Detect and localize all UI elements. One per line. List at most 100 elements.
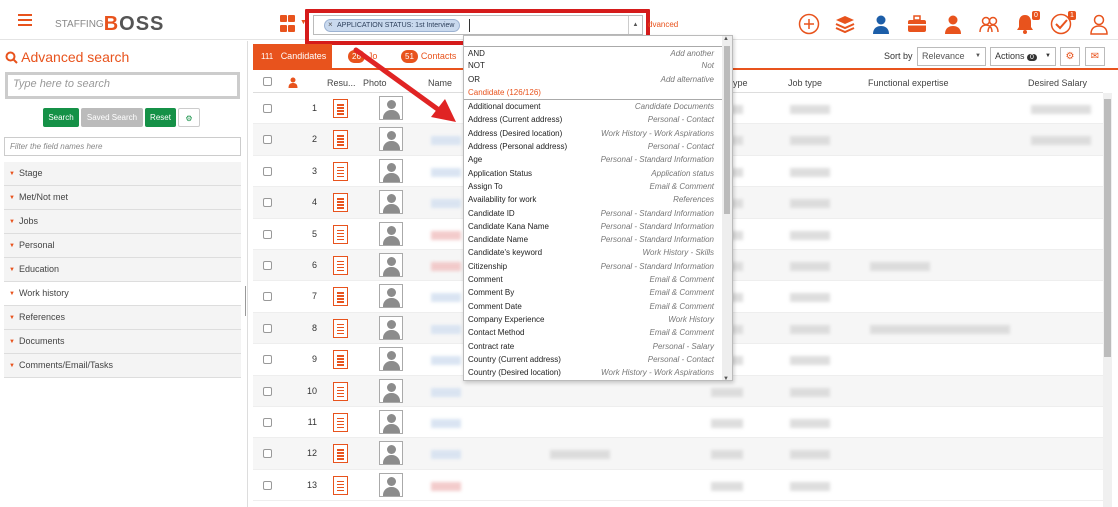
header-functional-expertise[interactable]: Functional expertise: [868, 78, 949, 88]
row-checkbox[interactable]: [263, 449, 272, 459]
hamburger-menu-icon[interactable]: [18, 14, 32, 26]
facet-documents[interactable]: Documents: [4, 330, 241, 354]
field-suggestion-dropdown[interactable]: AND Add another NOT Not OR Add alternative …: [463, 35, 733, 381]
select-all-checkbox[interactable]: [263, 77, 272, 86]
dropdown-item[interactable]: Application Status Application status: [464, 167, 732, 180]
briefcase-icon[interactable]: [906, 13, 928, 35]
tab-candidates[interactable]: 111 Candidates: [253, 44, 333, 68]
dropdown-scroll-thumb[interactable]: [724, 46, 730, 214]
facet-met-not-met[interactable]: Met/Not met: [4, 186, 241, 210]
dropdown-item[interactable]: Candidate Name Personal - Standard Inform…: [464, 233, 732, 246]
resume-icon[interactable]: [333, 130, 348, 150]
dropdown-item[interactable]: Age Personal - Standard Information: [464, 153, 732, 166]
app-grid-icon[interactable]: ▼: [280, 15, 307, 35]
resume-icon[interactable]: [333, 161, 348, 181]
search-button[interactable]: Search: [43, 108, 79, 127]
table-row[interactable]: 11: [253, 407, 1103, 439]
panel-collapse-handle[interactable]: [245, 286, 248, 316]
facet-personal[interactable]: Personal: [4, 234, 241, 258]
row-checkbox[interactable]: [263, 198, 272, 208]
row-checkbox[interactable]: [263, 104, 272, 113]
header-resume[interactable]: Resu...: [327, 78, 356, 88]
scroll-up-icon[interactable]: ▲: [723, 36, 729, 42]
dropdown-item[interactable]: Country (Desired location) Work History -…: [464, 366, 732, 379]
header-type[interactable]: ype: [733, 78, 748, 88]
email-icon[interactable]: ✉: [1085, 47, 1105, 66]
dropdown-item[interactable]: Candidate's keyword Work History - Skills: [464, 246, 732, 259]
dropdown-item-and[interactable]: AND Add another: [464, 46, 732, 59]
dropdown-item[interactable]: Address (Desired location) Work History -…: [464, 127, 732, 140]
row-checkbox[interactable]: [263, 135, 272, 145]
facet-work-history[interactable]: Work history: [4, 282, 241, 306]
row-checkbox[interactable]: [263, 480, 272, 490]
row-checkbox[interactable]: [263, 417, 272, 427]
resume-icon[interactable]: [333, 381, 348, 401]
resume-icon[interactable]: [333, 193, 348, 213]
dropdown-item[interactable]: Contract rate Personal - Salary: [464, 340, 732, 353]
dropdown-item[interactable]: Comment Email & Comment: [464, 273, 732, 286]
resume-icon[interactable]: [333, 287, 348, 307]
advanced-link[interactable]: dvanced: [648, 20, 678, 29]
resume-icon[interactable]: [333, 255, 348, 275]
dropdown-item[interactable]: Contact Method Email & Comment: [464, 326, 732, 339]
saved-search-button[interactable]: Saved Search: [81, 108, 143, 127]
field-filter-input[interactable]: Filter the field names here: [4, 137, 241, 156]
scrollbar-thumb[interactable]: [1104, 99, 1111, 357]
resume-icon[interactable]: [333, 475, 348, 495]
users-icon[interactable]: [978, 13, 1000, 35]
resume-icon[interactable]: [333, 224, 348, 244]
sort-select[interactable]: Relevance ▼: [917, 47, 986, 66]
row-checkbox[interactable]: [263, 355, 272, 365]
search-input[interactable]: Type here to search: [5, 72, 240, 99]
header-job-type[interactable]: Job type: [788, 78, 822, 88]
tab-jobs[interactable]: 26 Jo: [348, 44, 377, 68]
row-checkbox[interactable]: [263, 386, 272, 396]
facet-comments-email-tasks[interactable]: Comments/Email/Tasks: [4, 354, 241, 378]
logo[interactable]: STAFFINGBOSS: [55, 10, 164, 35]
facet-jobs[interactable]: Jobs: [4, 210, 241, 234]
actions-button[interactable]: Actions 0 ▼: [990, 47, 1056, 66]
dropdown-item[interactable]: Comment By Email & Comment: [464, 286, 732, 299]
tab-contacts[interactable]: 51 Contacts: [401, 44, 456, 68]
row-checkbox[interactable]: [263, 260, 272, 270]
table-row[interactable]: 12: [253, 438, 1103, 470]
dropdown-item[interactable]: Country (Current address) Personal - Cont…: [464, 353, 732, 366]
scroll-down-icon[interactable]: ▼: [723, 376, 729, 380]
contact-icon[interactable]: [942, 13, 964, 35]
row-checkbox[interactable]: [263, 323, 272, 333]
dropdown-item[interactable]: Comment Date Email & Comment: [464, 300, 732, 313]
dropdown-item-not[interactable]: NOT Not: [464, 59, 732, 72]
dropdown-item[interactable]: Candidate ID Personal - Standard Informat…: [464, 207, 732, 220]
header-desired-salary[interactable]: Desired Salary: [1028, 78, 1087, 88]
row-checkbox[interactable]: [263, 166, 272, 176]
dropdown-item[interactable]: Address (Current address) Personal - Cont…: [464, 113, 732, 126]
reset-button[interactable]: Reset: [145, 108, 176, 127]
candidate-icon[interactable]: [870, 13, 892, 35]
layers-icon[interactable]: [834, 13, 856, 35]
dropdown-item-or[interactable]: OR Add alternative: [464, 73, 732, 86]
table-row[interactable]: 13: [253, 470, 1103, 502]
settings-gear-icon[interactable]: ⚙: [1060, 47, 1080, 66]
table-scrollbar[interactable]: [1103, 93, 1112, 507]
resume-icon[interactable]: [333, 412, 348, 432]
facet-education[interactable]: Education: [4, 258, 241, 282]
user-profile-icon[interactable]: [1088, 13, 1110, 35]
row-checkbox[interactable]: [263, 292, 272, 302]
add-icon[interactable]: [798, 13, 820, 35]
resume-icon[interactable]: [333, 99, 348, 118]
resume-icon[interactable]: [333, 318, 348, 338]
dropdown-scrollbar[interactable]: ▲ ▼: [722, 36, 732, 380]
dropdown-item[interactable]: Availability for work References: [464, 193, 732, 206]
row-checkbox[interactable]: [263, 229, 272, 239]
dropdown-item[interactable]: Assign To Email & Comment: [464, 180, 732, 193]
facet-references[interactable]: References: [4, 306, 241, 330]
settings-gear-icon[interactable]: ⚙: [178, 108, 200, 127]
dropdown-item[interactable]: Address (Personal address) Personal - Con…: [464, 140, 732, 153]
resume-icon[interactable]: [333, 444, 348, 464]
dropdown-item[interactable]: Citizenship Personal - Standard Informati…: [464, 260, 732, 273]
dropdown-item[interactable]: Candidate Kana Name Personal - Standard I…: [464, 220, 732, 233]
resume-icon[interactable]: [333, 350, 348, 370]
dropdown-item[interactable]: Additional document Candidate Documents: [464, 100, 732, 113]
header-name[interactable]: Name: [428, 78, 452, 88]
facet-stage[interactable]: Stage: [4, 162, 241, 186]
